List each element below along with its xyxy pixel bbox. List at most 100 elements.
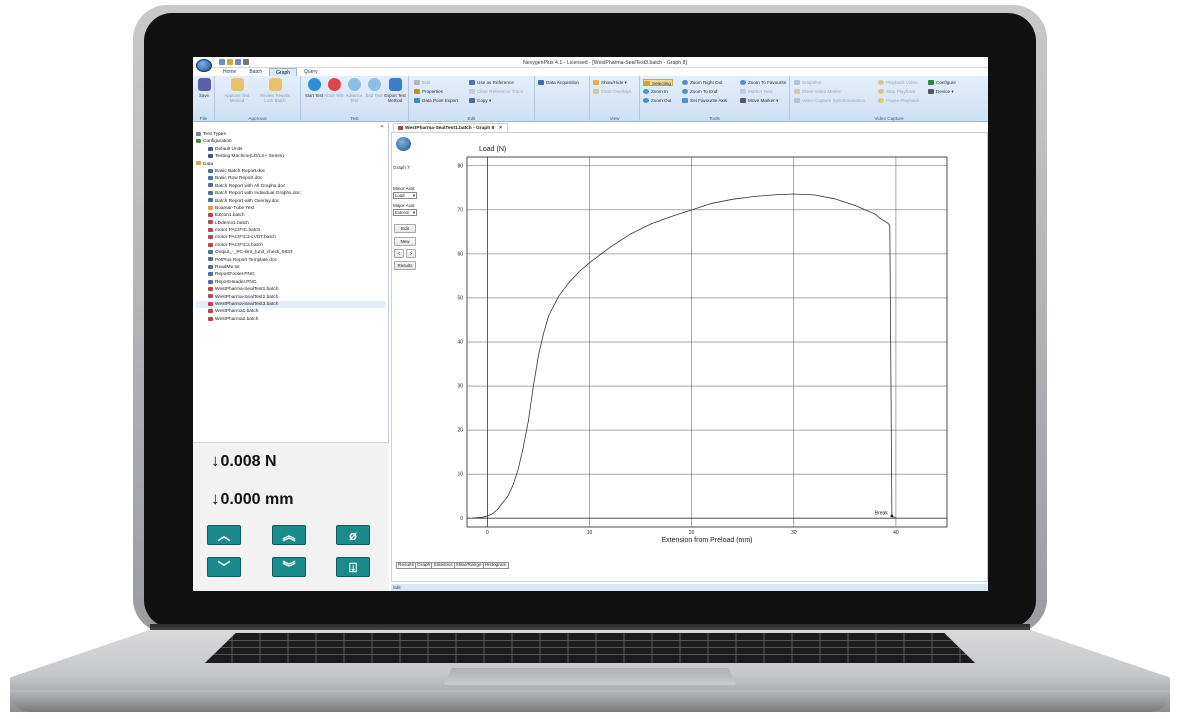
show-hide-label: Show/Hide <box>601 80 624 85</box>
abort-test-button[interactable]: Abort Test <box>323 78 345 98</box>
tree-item[interactable]: Test Types <box>196 131 386 138</box>
tree-item[interactable]: motor PACIFIC.batch <box>196 227 386 234</box>
marker-now-button[interactable]: Marker Now <box>740 88 773 95</box>
tree-item[interactable]: EZcon1.batch <box>196 212 386 219</box>
tree-item-label: ReportHeader.PNG <box>215 279 257 285</box>
tree-item[interactable]: WestPharma1.batch <box>196 308 386 315</box>
tree-item[interactable]: Default Units <box>196 146 386 153</box>
clear-reference-trace-button[interactable]: Clear Reference Trace <box>469 88 523 95</box>
copy-button[interactable]: Copy ▾ <box>469 97 491 104</box>
tree-item[interactable]: Output_-_PC-limt_(unit_check_6833 <box>196 249 386 256</box>
tree-item[interactable]: WestPharma-SealTest2.batch <box>196 294 386 301</box>
tree-item[interactable]: Basic Batch Report.doc <box>196 168 386 175</box>
move-marker-button[interactable]: Move Marker ▾ <box>740 97 778 104</box>
next-graph-button[interactable]: > <box>406 249 416 258</box>
review-results-button[interactable]: Review Results Lock Batch <box>257 78 293 103</box>
new-icon[interactable] <box>219 59 225 65</box>
device-button[interactable]: Device ▾ <box>928 88 954 95</box>
zoom-in-button[interactable]: Zoom In <box>643 88 668 95</box>
tree-item[interactable]: Data <box>196 161 386 168</box>
advance-test-button[interactable]: Advance Test <box>343 78 365 103</box>
tree-item-label: LDdemo1.batch <box>215 220 249 226</box>
return-button[interactable]: ⍗ <box>336 557 370 577</box>
new-graph-button[interactable]: New <box>394 237 416 246</box>
fast-up-button[interactable]: ︽ <box>272 525 306 545</box>
snapshot-button[interactable]: Snapshot <box>794 79 821 86</box>
jog-up-button[interactable]: ︿ <box>207 525 241 545</box>
tab-query[interactable]: Query <box>298 68 324 76</box>
stop-playback-button[interactable]: Stop Playback <box>878 88 915 95</box>
document-tab[interactable]: WestPharma-SealTest1.batch - Graph 8 ✕ <box>393 123 508 132</box>
load-extension-chart[interactable]: 0 10 20 30 40 0 10 20 30 40 50 60 70 80 Load (N) Extens… <box>422 137 987 557</box>
show-hide-button[interactable]: Show/Hide ▾ <box>593 79 627 86</box>
tree-item[interactable]: ReportFooter.PNG <box>196 271 386 278</box>
tree-item[interactable]: ReportHeader.PNG <box>196 279 386 286</box>
tree-item[interactable]: Boamar-Tube Test <box>196 205 386 212</box>
zoom-right-out-button[interactable]: Zoom Right Out <box>682 79 722 86</box>
major-axis-select[interactable]: Extensi ▾ <box>393 209 417 216</box>
close-panel-icon[interactable]: ✕ <box>380 124 384 130</box>
tab-graph-view[interactable]: Graph <box>415 562 433 569</box>
zero-button[interactable]: ø <box>336 525 370 545</box>
export-test-method-button[interactable]: Export Test Method <box>384 78 406 103</box>
y-tick-label: 60 <box>457 252 463 258</box>
tree-item[interactable]: WestPharma-SealTest1.batch <box>196 286 386 293</box>
clear-overlays-button[interactable]: Clear Overlays <box>593 88 631 95</box>
playback-video-button[interactable]: Playback Video <box>878 79 918 86</box>
save-icon[interactable] <box>235 59 241 65</box>
tree-item[interactable]: Batch Report with Overlay.doc <box>196 198 386 205</box>
save-button[interactable]: Save <box>193 78 215 98</box>
configure-button[interactable]: Configure <box>928 79 956 86</box>
doc-icon <box>208 168 213 173</box>
use-as-reference-button[interactable]: Use as Reference <box>469 79 514 86</box>
zoom-to-end-button[interactable]: Zoom To End <box>682 88 717 95</box>
edit-button[interactable]: Edit <box>414 79 430 86</box>
tree-item[interactable]: Configuration <box>196 138 386 145</box>
tree-item[interactable]: ReadMe.txt <box>196 264 386 271</box>
close-tab-icon[interactable]: ✕ <box>498 126 502 131</box>
tree-item[interactable]: Batch Report with All Graphs.doc <box>196 183 386 190</box>
tree-item[interactable]: WestPharma2.batch <box>196 316 386 323</box>
tree-item[interactable]: Batch Report with Individual Graphs.doc <box>196 190 386 197</box>
tab-histogram[interactable]: Histogram <box>482 562 509 569</box>
print-icon[interactable] <box>243 59 249 65</box>
set-favourite-axis-button[interactable]: Set Favourite Axis <box>682 97 727 104</box>
fast-down-button[interactable]: ︾ <box>272 557 306 577</box>
tab-home[interactable]: Home <box>217 68 242 76</box>
x-tick-label: 0 <box>486 530 489 536</box>
results-button[interactable]: Results <box>394 261 416 270</box>
tree-item[interactable]: Basic Row Report.doc <box>196 175 386 182</box>
tab-statistics[interactable]: Statistics <box>431 562 455 569</box>
selecting-button[interactable]: Selecting <box>643 79 673 86</box>
tree-item[interactable]: motor PACIFIC2-LVDT.batch <box>196 234 386 241</box>
approve-test-method-button[interactable]: Approve Test Method <box>221 78 253 103</box>
advance-icon <box>347 78 361 91</box>
zoom-out-button[interactable]: Zoom Out <box>643 97 671 104</box>
data-point-export-button[interactable]: Data Point Export <box>414 97 458 104</box>
tree-item[interactable]: motor PACIFIC2.batch <box>196 242 386 249</box>
video-capture-sync-button[interactable]: Video Capture Synchronisation <box>794 97 865 104</box>
export-label: Export Test Method <box>384 93 406 103</box>
open-icon[interactable] <box>227 59 233 65</box>
tab-results[interactable]: Results <box>396 562 416 569</box>
app-menu-button[interactable] <box>196 59 212 72</box>
chart-svg[interactable]: 0 10 20 30 40 0 10 20 30 40 50 60 70 80 Load (N) Extens… <box>422 137 987 557</box>
tab-graph[interactable]: Graph <box>269 68 298 76</box>
tree-item[interactable]: PetPlus Report Template.doc <box>196 257 386 264</box>
tree-item[interactable]: LDdemo1.batch <box>196 220 386 227</box>
tree-item[interactable]: WestPharma-SealTest3.batch <box>196 300 386 309</box>
minor-axis-select[interactable]: Load ▾ <box>393 192 417 199</box>
properties-button[interactable]: Properties <box>414 88 443 95</box>
tab-xbar-range[interactable]: XBar/Range <box>453 562 484 569</box>
tree-item[interactable]: Testing Machine(LD/LS+ Series) <box>196 153 386 160</box>
data-acquisition-button[interactable]: Data Acquisition <box>538 79 579 86</box>
jog-down-button[interactable]: ﹀ <box>207 557 241 577</box>
start-test-button[interactable]: Start Test <box>303 78 325 98</box>
prev-graph-button[interactable]: < <box>394 249 404 258</box>
zoom-to-favourite-button[interactable]: Zoom To Favourite <box>740 79 786 86</box>
end-test-button[interactable]: End Test <box>363 78 385 98</box>
move-video-marker-button[interactable]: Move Video Marker <box>794 88 842 95</box>
edit-graph-button[interactable]: Edit <box>394 224 416 233</box>
pause-playback-button[interactable]: Pause Playback <box>878 97 919 104</box>
tab-batch[interactable]: Batch <box>243 68 268 76</box>
